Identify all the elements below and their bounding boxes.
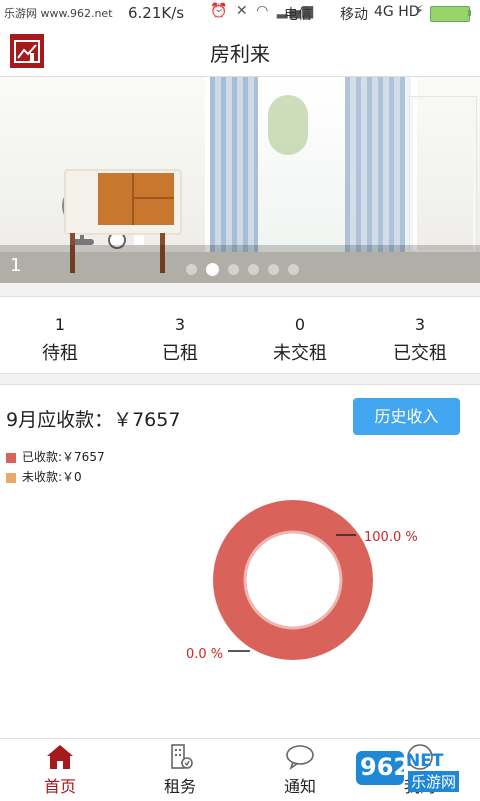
stat-label: 已租 bbox=[162, 343, 198, 364]
pagination-dot-active[interactable] bbox=[206, 263, 219, 276]
nav-label: 通知 bbox=[283, 777, 316, 796]
legend-label: 未收款:￥0 bbox=[22, 470, 82, 484]
network-type: 4G HD bbox=[374, 4, 420, 20]
legend-swatch bbox=[6, 472, 16, 483]
banner-drawer bbox=[98, 173, 174, 225]
stat-label: 未交租 bbox=[273, 343, 327, 364]
banner-carousel[interactable]: 1 bbox=[0, 77, 480, 283]
stat-rented[interactable]: 3 已租 bbox=[120, 315, 240, 365]
banner-wall-panel bbox=[410, 97, 476, 253]
status-bar: 乐游网 www.962.net 6.21K/s ⏰ ✕ ◠ ▂▄▆ 电信 移动 … bbox=[0, 0, 480, 26]
status-site-text: 乐游网 www.962.net bbox=[4, 7, 113, 20]
monthly-receivable-title: 9月应收款：￥7657 bbox=[6, 409, 181, 431]
rental-stats: 1 待租 3 已租 0 未交租 3 已交租 bbox=[0, 296, 480, 374]
legend-item-received: 已收款:￥7657 bbox=[6, 447, 105, 467]
pagination-dot[interactable] bbox=[186, 264, 197, 275]
nav-rental-affairs[interactable]: 租务 bbox=[120, 743, 240, 797]
stat-value: 0 bbox=[294, 315, 306, 334]
legend-item-unreceived: 未收款:￥0 bbox=[6, 467, 105, 487]
watermark-net: NET bbox=[406, 751, 444, 771]
banner-drawer-divider-2 bbox=[134, 197, 174, 199]
chart-legend: 已收款:￥7657 未收款:￥0 bbox=[6, 447, 105, 487]
banner-page-number: 1 bbox=[10, 255, 22, 276]
charging-icon: ⚡ bbox=[414, 3, 424, 19]
stat-label: 待租 bbox=[42, 343, 78, 364]
home-icon bbox=[0, 743, 120, 771]
banner-curtain-left bbox=[210, 77, 258, 267]
legend-label: 已收款:￥7657 bbox=[22, 450, 105, 464]
battery-icon bbox=[430, 6, 470, 22]
slice-label-unreceived: 0.0 % bbox=[186, 647, 224, 662]
chat-bubble-icon bbox=[240, 743, 360, 771]
pagination-dot[interactable] bbox=[288, 264, 299, 275]
banner-greenery bbox=[268, 95, 308, 155]
watermark-logo: 962 NET 乐游网 bbox=[356, 745, 476, 795]
building-icon bbox=[120, 743, 240, 771]
banner-pagination bbox=[186, 259, 308, 278]
stat-unpaid[interactable]: 0 未交租 bbox=[240, 315, 360, 365]
watermark-number: 962 bbox=[360, 753, 411, 781]
carrier-mobile: 移动 bbox=[340, 7, 368, 23]
network-speed: 6.21K/s bbox=[128, 4, 185, 22]
legend-swatch bbox=[6, 452, 16, 463]
stat-value: 3 bbox=[414, 315, 426, 334]
page-title: 房利来 bbox=[210, 42, 270, 66]
stat-value: 3 bbox=[174, 315, 186, 334]
banner-drawer-divider bbox=[132, 173, 134, 225]
income-donut-chart bbox=[213, 500, 373, 660]
donut-hole bbox=[243, 530, 343, 630]
battery-cap bbox=[468, 10, 471, 16]
income-card: 9月应收款：￥7657 历史收入 已收款:￥7657 未收款:￥0 100.0 … bbox=[0, 384, 480, 739]
nav-home[interactable]: 首页 bbox=[0, 743, 120, 797]
history-income-button[interactable]: 历史收入 bbox=[353, 398, 460, 435]
pagination-dot[interactable] bbox=[248, 264, 259, 275]
banner-curtain-right bbox=[345, 77, 405, 267]
nav-notifications[interactable]: 通知 bbox=[240, 743, 360, 797]
pagination-dot[interactable] bbox=[268, 264, 279, 275]
app-header: 房利来 bbox=[0, 26, 480, 77]
stat-value: 1 bbox=[54, 315, 66, 334]
pagination-dot[interactable] bbox=[228, 264, 239, 275]
nav-label: 租务 bbox=[163, 777, 196, 796]
nav-label: 首页 bbox=[43, 777, 76, 796]
stat-paid[interactable]: 3 已交租 bbox=[360, 315, 480, 365]
banner-plant-pot bbox=[134, 235, 144, 245]
watermark-text: 乐游网 bbox=[408, 771, 460, 792]
stat-label: 已交租 bbox=[393, 343, 447, 364]
stat-pending-rent[interactable]: 1 待租 bbox=[0, 315, 120, 365]
slice-label-received: 100.0 % bbox=[364, 530, 418, 545]
carrier-telecom: 电信 bbox=[284, 7, 312, 23]
